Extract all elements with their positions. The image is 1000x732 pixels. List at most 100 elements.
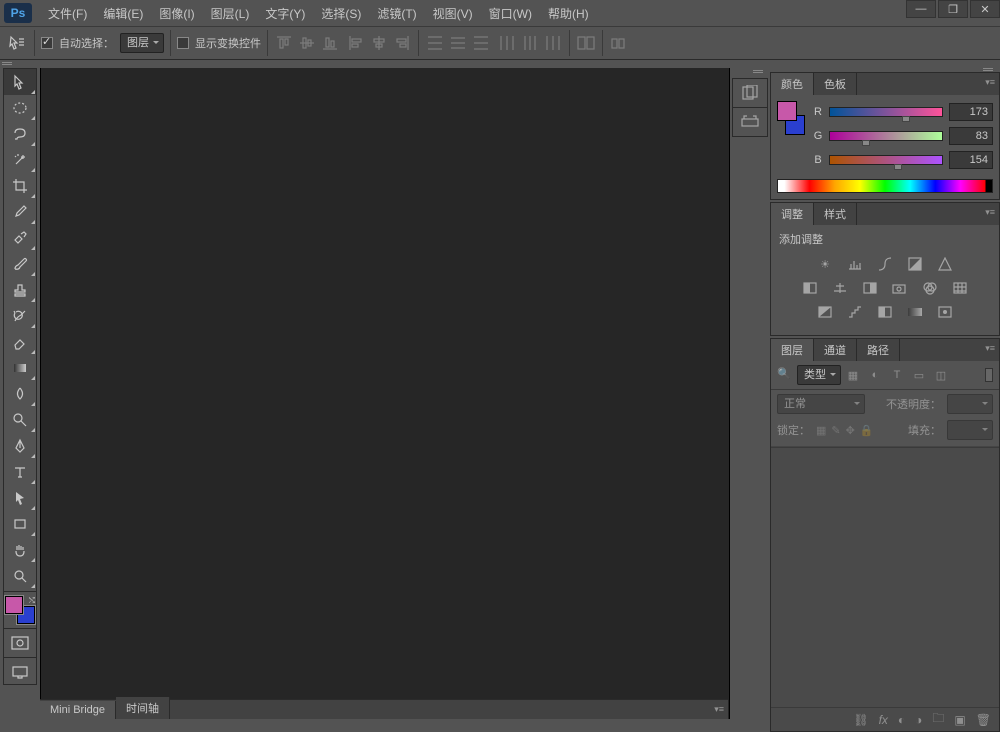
tab-swatches[interactable]: 色板 (814, 73, 857, 95)
3d-mode-icon[interactable] (609, 33, 629, 53)
slider-r-value[interactable]: 173 (949, 103, 993, 121)
tab-color[interactable]: 颜色 (771, 73, 814, 95)
tool-history-brush[interactable] (4, 303, 36, 329)
new-group-icon[interactable]: 🗀 (932, 709, 944, 730)
tool-marquee[interactable] (4, 95, 36, 121)
filter-smart-icon[interactable]: ◫ (933, 367, 949, 383)
tool-wand[interactable] (4, 147, 36, 173)
menu-filter[interactable]: 滤镜(T) (369, 1, 424, 26)
adj-vibrance-icon[interactable] (935, 255, 955, 273)
adj-curves-icon[interactable] (875, 255, 895, 273)
tab-mini-bridge[interactable]: Mini Bridge (40, 701, 116, 719)
align-vcenter-icon[interactable] (297, 33, 317, 53)
tool-dodge[interactable] (4, 407, 36, 433)
layer-fx-icon[interactable]: fx (879, 713, 888, 727)
filter-pixel-icon[interactable]: ▦ (845, 367, 861, 383)
layer-mask-icon[interactable]: ◐ (898, 713, 905, 727)
dist-top-icon[interactable] (425, 33, 445, 53)
dist-right-icon[interactable] (543, 33, 563, 53)
tool-pen[interactable] (4, 433, 36, 459)
slider-r[interactable] (829, 107, 943, 117)
auto-select-target-dropdown[interactable]: 图层 (120, 33, 164, 53)
adjust-panel-menu-icon[interactable]: ▾≡ (985, 207, 995, 218)
tab-channels[interactable]: 通道 (814, 339, 857, 361)
blend-mode-dropdown[interactable]: 正常 (777, 394, 865, 414)
adj-bw-icon[interactable] (860, 279, 880, 297)
tool-blur[interactable] (4, 381, 36, 407)
color-fg-swatch[interactable] (777, 101, 797, 121)
tool-zoom[interactable] (4, 563, 36, 589)
dist-left-icon[interactable] (497, 33, 517, 53)
menu-type[interactable]: 文字(Y) (257, 1, 313, 26)
tool-brush[interactable] (4, 251, 36, 277)
menu-layer[interactable]: 图层(L) (203, 1, 258, 26)
slider-b-value[interactable]: 154 (949, 151, 993, 169)
tab-layers[interactable]: 图层 (771, 339, 814, 361)
auto-align-icon[interactable] (576, 33, 596, 53)
adj-levels-icon[interactable] (845, 255, 865, 273)
filter-toggle-switch[interactable] (985, 368, 993, 382)
adj-photofilter-icon[interactable] (890, 279, 910, 297)
align-hcenter-icon[interactable] (369, 33, 389, 53)
dist-vcenter-icon[interactable] (448, 33, 468, 53)
layers-list[interactable] (771, 447, 999, 707)
swap-colors-icon[interactable]: ⤭ (29, 596, 35, 606)
filter-shape-icon[interactable]: ▭ (911, 367, 927, 383)
lock-paint-icon[interactable]: ✎ (831, 424, 840, 437)
menu-window[interactable]: 窗口(W) (481, 1, 540, 26)
adj-channelmixer-icon[interactable] (920, 279, 940, 297)
adj-brightness-icon[interactable]: ☀ (815, 255, 835, 273)
menu-select[interactable]: 选择(S) (313, 1, 369, 26)
color-swatches[interactable]: ⤭ (5, 596, 35, 624)
slider-g-value[interactable]: 83 (949, 127, 993, 145)
properties-panel-icon[interactable] (733, 108, 767, 136)
lock-all-icon[interactable]: 🔒 (860, 424, 874, 437)
new-layer-icon[interactable]: ▣ (954, 713, 965, 727)
lock-position-icon[interactable]: ✥ (846, 424, 855, 437)
canvas-area[interactable] (40, 68, 730, 719)
bottom-panel-menu-icon[interactable]: ▾≡ (714, 704, 724, 715)
adj-invert-icon[interactable] (815, 303, 835, 321)
screen-mode-button[interactable] (4, 660, 36, 684)
tab-adjust[interactable]: 调整 (771, 203, 814, 225)
menu-edit[interactable]: 编辑(E) (95, 1, 151, 26)
toolbox-collapse-handle[interactable] (0, 60, 1000, 68)
color-panel-menu-icon[interactable]: ▾≡ (985, 77, 995, 88)
window-maximize-button[interactable]: ❐ (938, 0, 968, 18)
quick-mask-button[interactable] (4, 631, 36, 655)
tool-healing[interactable] (4, 225, 36, 251)
adj-gradientmap-icon[interactable] (905, 303, 925, 321)
window-close-button[interactable]: ✕ (970, 0, 1000, 18)
adj-selectivecolor-icon[interactable] (935, 303, 955, 321)
align-left-icon[interactable] (346, 33, 366, 53)
tool-eyedropper[interactable] (4, 199, 36, 225)
tool-stamp[interactable] (4, 277, 36, 303)
tool-lasso[interactable] (4, 121, 36, 147)
menu-file[interactable]: 文件(F) (40, 1, 95, 26)
history-panel-icon[interactable] (733, 79, 767, 107)
color-spectrum[interactable] (777, 179, 993, 193)
link-layers-icon[interactable]: ⛓ (853, 713, 868, 727)
tool-move[interactable] (4, 69, 36, 95)
new-fill-adjust-icon[interactable]: ◑ (915, 713, 922, 727)
auto-select-checkbox[interactable] (41, 37, 53, 49)
menu-help[interactable]: 帮助(H) (540, 1, 597, 26)
window-minimize-button[interactable]: — (906, 0, 936, 18)
delete-layer-icon[interactable]: 🗑 (976, 713, 991, 727)
layers-panel-menu-icon[interactable]: ▾≡ (985, 343, 995, 354)
tool-rectangle[interactable] (4, 511, 36, 537)
slider-g[interactable] (829, 131, 943, 141)
color-panel-swatches[interactable] (777, 101, 805, 135)
filter-adjust-icon[interactable]: ◐ (867, 367, 883, 383)
align-right-icon[interactable] (392, 33, 412, 53)
show-transform-checkbox[interactable] (177, 37, 189, 49)
align-top-icon[interactable] (274, 33, 294, 53)
tool-type[interactable] (4, 459, 36, 485)
menu-image[interactable]: 图像(I) (151, 1, 202, 26)
adj-threshold-icon[interactable] (875, 303, 895, 321)
tab-styles[interactable]: 样式 (814, 203, 857, 225)
tab-timeline[interactable]: 时间轴 (116, 697, 170, 719)
align-bottom-icon[interactable] (320, 33, 340, 53)
adj-colorbalance-icon[interactable] (830, 279, 850, 297)
tool-path-select[interactable] (4, 485, 36, 511)
